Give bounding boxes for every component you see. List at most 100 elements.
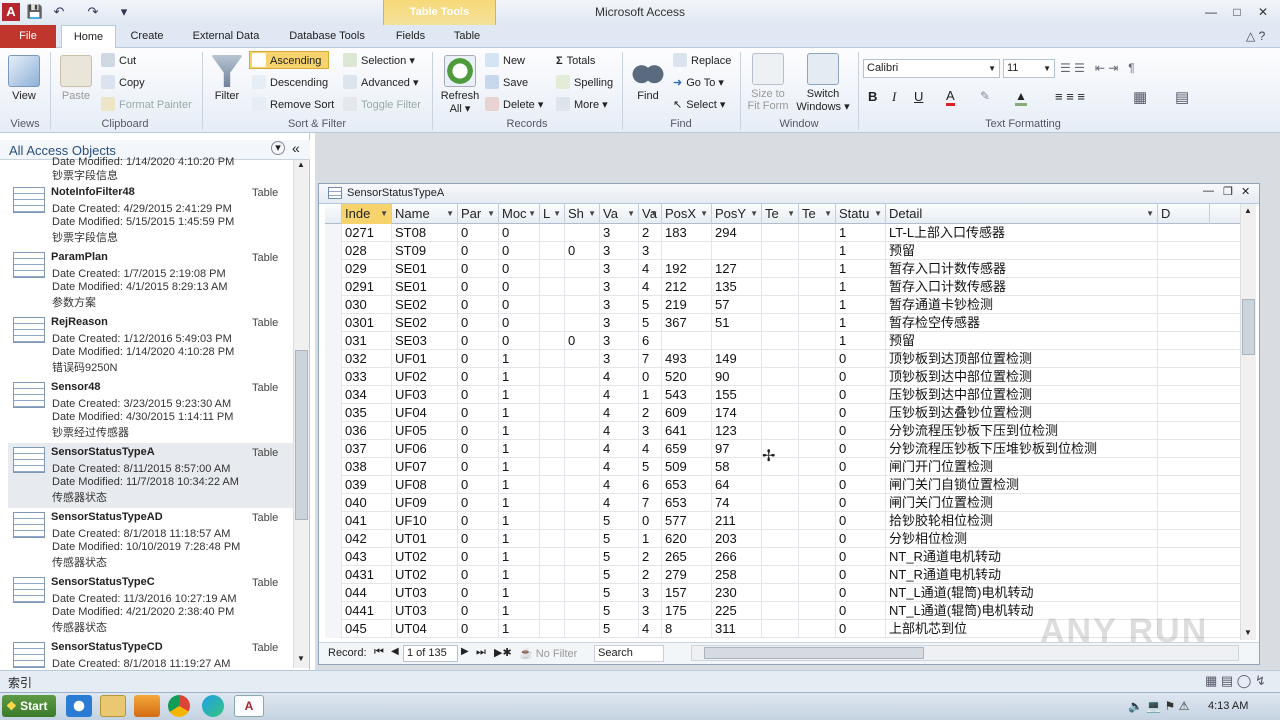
table-cell[interactable]: 641	[662, 422, 712, 440]
table-cell[interactable]: 0	[836, 566, 886, 584]
table-cell[interactable]	[565, 620, 600, 638]
table-cell[interactable]	[799, 422, 836, 440]
table-cell[interactable]	[799, 242, 836, 260]
table-cell[interactable]	[540, 386, 565, 404]
tab-database-tools[interactable]: Database Tools	[280, 25, 374, 48]
row-selector[interactable]	[325, 530, 342, 548]
table-cell[interactable]: 预留	[886, 242, 1158, 260]
table-cell[interactable]: 0	[499, 260, 540, 278]
table-cell[interactable]: 0	[836, 404, 886, 422]
tab-create[interactable]: Create	[122, 25, 172, 48]
table-row[interactable]: 031 SE03 0 0 0 3 6 1 预留	[325, 332, 1240, 350]
row-selector[interactable]	[325, 422, 342, 440]
table-cell[interactable]	[565, 278, 600, 296]
table-cell[interactable]: 1	[499, 566, 540, 584]
table-cell[interactable]: 0291	[342, 278, 392, 296]
row-selector[interactable]	[325, 278, 342, 296]
table-row[interactable]: 044 UT03 0 1 5 3 157 230 0 NT_L通道(辊筒)电机转动	[325, 584, 1240, 602]
table-cell[interactable]: 183	[662, 224, 712, 242]
table-row[interactable]: 042 UT01 0 1 5 1 620 203 0 分钞相位检测	[325, 530, 1240, 548]
nav-scroll-down-icon[interactable]: ▼	[297, 654, 305, 663]
table-cell[interactable]: 分钞相位检测	[886, 530, 1158, 548]
table-cell[interactable]	[799, 620, 836, 638]
table-cell[interactable]: 0	[836, 368, 886, 386]
table-cell[interactable]	[540, 242, 565, 260]
row-selector[interactable]	[325, 476, 342, 494]
table-cell[interactable]: NT_R通道电机转动	[886, 566, 1158, 584]
column-dropdown-icon[interactable]: ▼	[446, 204, 454, 224]
table-cell[interactable]	[565, 494, 600, 512]
table-cell[interactable]: 3	[600, 332, 639, 350]
table-cell[interactable]: 042	[342, 530, 392, 548]
table-cell[interactable]: 0	[458, 386, 499, 404]
table-cell[interactable]: 4	[639, 440, 662, 458]
table-cell[interactable]: 暂存检空传感器	[886, 314, 1158, 332]
table-cell[interactable]: 0	[639, 512, 662, 530]
table-cell[interactable]: 7	[639, 350, 662, 368]
table-cell[interactable]: 1	[639, 530, 662, 548]
table-cell[interactable]: UF07	[392, 458, 458, 476]
table-cell[interactable]: 0	[458, 296, 499, 314]
table-cell[interactable]: 0	[836, 602, 886, 620]
table-cell[interactable]: 1	[499, 404, 540, 422]
horizontal-scroll-thumb[interactable]	[704, 647, 924, 659]
table-cell[interactable]: UF08	[392, 476, 458, 494]
table-cell[interactable]: 闸门开门位置检测	[886, 458, 1158, 476]
table-cell[interactable]: 0	[458, 314, 499, 332]
table-cell[interactable]: 闸门关门位置检测	[886, 494, 1158, 512]
table-cell[interactable]: 0	[458, 332, 499, 350]
column-header[interactable]: Moc ▼	[499, 204, 540, 224]
table-cell[interactable]: UF09	[392, 494, 458, 512]
table-cell[interactable]	[565, 602, 600, 620]
table-cell[interactable]: 90	[712, 368, 762, 386]
totals-button[interactable]: Σ Totals	[556, 52, 595, 70]
table-cell[interactable]: 0	[458, 404, 499, 422]
table-cell[interactable]: 3	[639, 584, 662, 602]
table-cell[interactable]	[540, 494, 565, 512]
row-selector[interactable]	[325, 440, 342, 458]
nav-table-item[interactable]: NoteInfoFilter48 Table Date Created: 4/29/…	[8, 183, 293, 248]
table-cell[interactable]: 038	[342, 458, 392, 476]
table-cell[interactable]: 4	[600, 458, 639, 476]
table-cell[interactable]: 0	[836, 440, 886, 458]
column-header[interactable]: Sh ▼	[565, 204, 600, 224]
table-cell[interactable]: 044	[342, 584, 392, 602]
nav-table-item[interactable]: SensorStatusTypeC Table Date Created: 11/3…	[8, 573, 293, 638]
table-cell[interactable]	[762, 242, 799, 260]
table-cell[interactable]: 4	[600, 386, 639, 404]
column-header[interactable]: Va ▼	[639, 204, 662, 224]
table-cell[interactable]	[762, 584, 799, 602]
table-cell[interactable]	[540, 278, 565, 296]
chrome-icon[interactable]	[168, 695, 190, 717]
table-cell[interactable]: LT-L上部入口传感器	[886, 224, 1158, 242]
table-cell[interactable]: 97	[712, 440, 762, 458]
table-cell[interactable]	[540, 440, 565, 458]
table-row[interactable]: 0271 ST08 0 0 3 2 183 294 1 LT-L上部入口传感器	[325, 224, 1240, 242]
scroll-up-icon[interactable]: ▲	[1244, 206, 1252, 215]
table-cell[interactable]	[762, 314, 799, 332]
row-selector[interactable]	[325, 242, 342, 260]
table-cell[interactable]: 0271	[342, 224, 392, 242]
doc-close-icon[interactable]: ✕	[1241, 185, 1250, 198]
table-cell[interactable]: 036	[342, 422, 392, 440]
table-cell[interactable]: 1	[836, 332, 886, 350]
table-cell[interactable]	[762, 530, 799, 548]
row-selector[interactable]	[325, 296, 342, 314]
highlight-icon[interactable]: ✎	[980, 89, 990, 103]
ie-icon[interactable]	[66, 695, 92, 717]
table-cell[interactable]: 1	[836, 278, 886, 296]
table-cell[interactable]: 暂存通道卡钞检测	[886, 296, 1158, 314]
table-cell[interactable]: 0	[836, 530, 886, 548]
table-cell[interactable]: 033	[342, 368, 392, 386]
table-cell[interactable]: 0	[458, 566, 499, 584]
table-cell[interactable]	[565, 476, 600, 494]
tab-home[interactable]: Home	[61, 25, 116, 49]
table-cell[interactable]	[762, 260, 799, 278]
table-row[interactable]: 032 UF01 0 1 3 7 493 149 0 顶钞板到达顶部位置检测	[325, 350, 1240, 368]
table-cell[interactable]: 4	[639, 620, 662, 638]
table-cell[interactable]: 3	[639, 422, 662, 440]
table-cell[interactable]	[799, 278, 836, 296]
explorer-icon[interactable]	[100, 695, 126, 717]
table-cell[interactable]: 3	[600, 296, 639, 314]
table-row[interactable]: 034 UF03 0 1 4 1 543 155 0 压钞板到达中部位置检测	[325, 386, 1240, 404]
